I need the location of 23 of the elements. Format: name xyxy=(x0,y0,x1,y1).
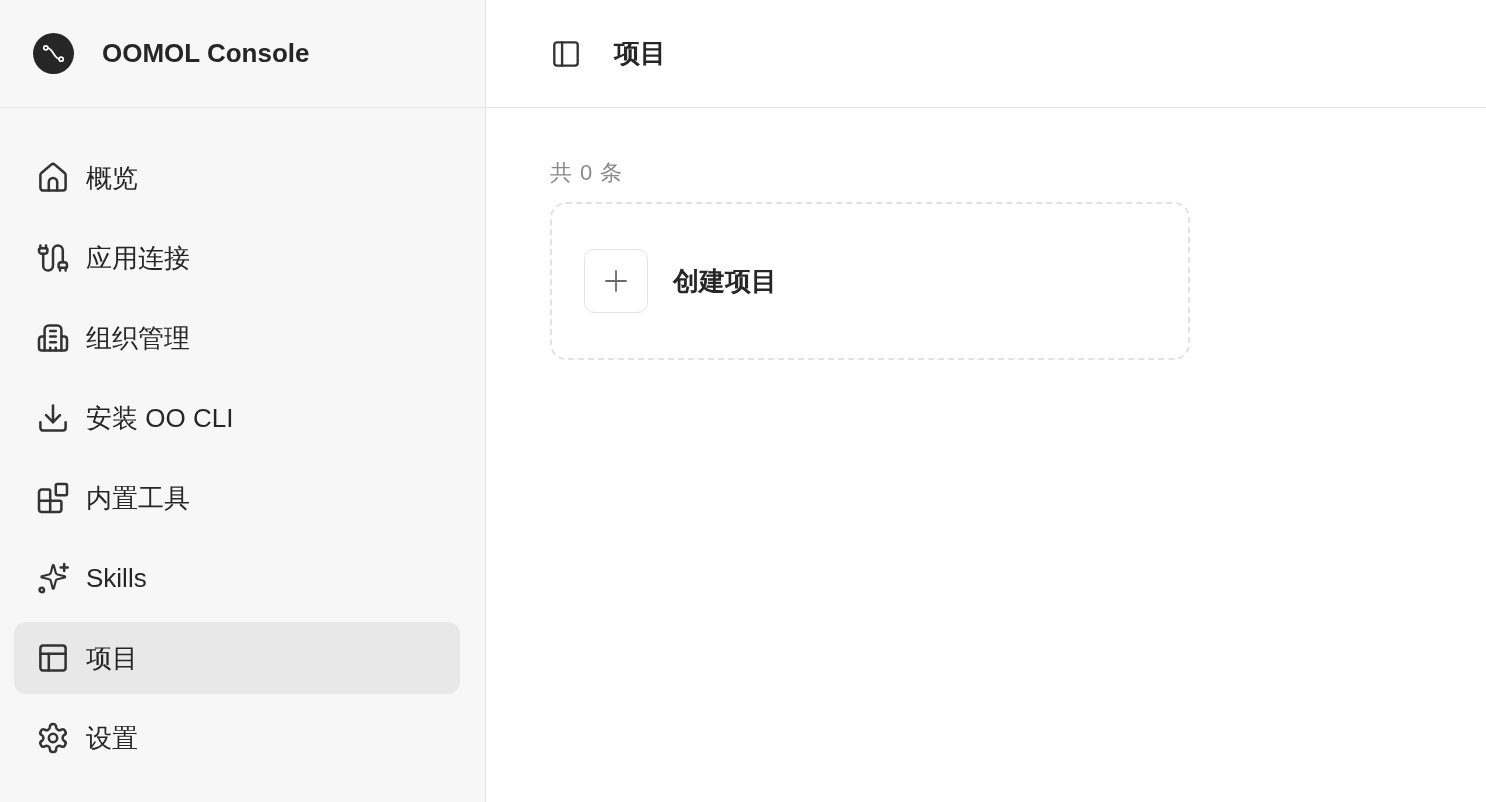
plus-icon xyxy=(584,249,648,313)
sidebar-item[interactable]: 内置工具 xyxy=(14,462,460,534)
home-icon xyxy=(39,164,67,192)
create-project-card[interactable]: 创建项目 xyxy=(550,202,1190,360)
sidebar-item[interactable]: 组织管理 xyxy=(14,302,460,374)
download-icon xyxy=(39,404,67,432)
sparkles-icon xyxy=(39,564,67,592)
blocks-icon xyxy=(39,484,67,512)
sidebar-item[interactable]: Skills xyxy=(14,542,460,614)
cable-icon xyxy=(39,244,67,272)
sidebar-item[interactable]: 设置 xyxy=(14,702,460,774)
page-title: 项目 xyxy=(614,37,666,70)
sidebar-item[interactable]: 项目 xyxy=(14,622,460,694)
item-count: 共 0 条 xyxy=(550,159,624,187)
app-title: OOMOL Console xyxy=(102,38,310,69)
sidebar-toggle-icon[interactable] xyxy=(553,40,579,67)
sidebar-item[interactable]: 应用连接 xyxy=(14,222,460,294)
building-icon xyxy=(39,324,67,352)
sidebar-item[interactable]: 概览 xyxy=(14,142,460,214)
logo-icon xyxy=(33,33,74,74)
sidebar-item[interactable]: 安装 OO CLI xyxy=(14,382,460,454)
layout-icon xyxy=(39,644,67,672)
settings-icon xyxy=(39,724,67,752)
